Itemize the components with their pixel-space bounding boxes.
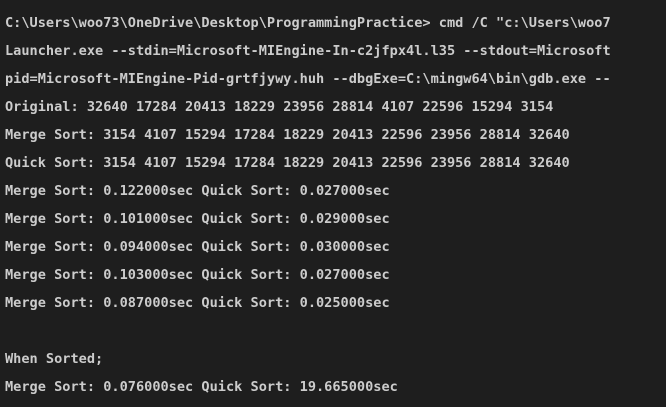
- terminal-line-command: C:\Users\woo73\OneDrive\Desktop\Programm…: [5, 15, 611, 31]
- terminal-line-timing: Merge Sort: 0.122000sec Quick Sort: 0.02…: [5, 183, 390, 199]
- terminal-line-timing: Merge Sort: 0.101000sec Quick Sort: 0.02…: [5, 211, 390, 227]
- terminal-line-quick-sort-result: Quick Sort: 3154 4107 15294 17284 18229 …: [5, 155, 570, 171]
- terminal-panel[interactable]: C:\Users\woo73\OneDrive\Desktop\Programm…: [0, 0, 666, 407]
- terminal-line-timing: Merge Sort: 0.094000sec Quick Sort: 0.03…: [5, 239, 390, 255]
- terminal-line-sorted-timing: Merge Sort: 0.076000sec Quick Sort: 19.6…: [5, 379, 398, 395]
- terminal-line-original-array: Original: 32640 17284 20413 18229 23956 …: [5, 99, 554, 115]
- terminal-line-timing: Merge Sort: 0.103000sec Quick Sort: 0.02…: [5, 267, 390, 283]
- terminal-line-launcher-args: Launcher.exe --stdin=Microsoft-MIEngine-…: [5, 43, 611, 59]
- terminal-line-merge-sort-result: Merge Sort: 3154 4107 15294 17284 18229 …: [5, 127, 570, 143]
- terminal-line-debugger-args: pid=Microsoft-MIEngine-Pid-grtfjywy.huh …: [5, 71, 611, 87]
- terminal-line-when-sorted-heading: When Sorted;: [5, 351, 104, 367]
- terminal-output: C:\Users\woo73\OneDrive\Desktop\Programm…: [5, 9, 611, 401]
- terminal-line-timing: Merge Sort: 0.087000sec Quick Sort: 0.02…: [5, 295, 390, 311]
